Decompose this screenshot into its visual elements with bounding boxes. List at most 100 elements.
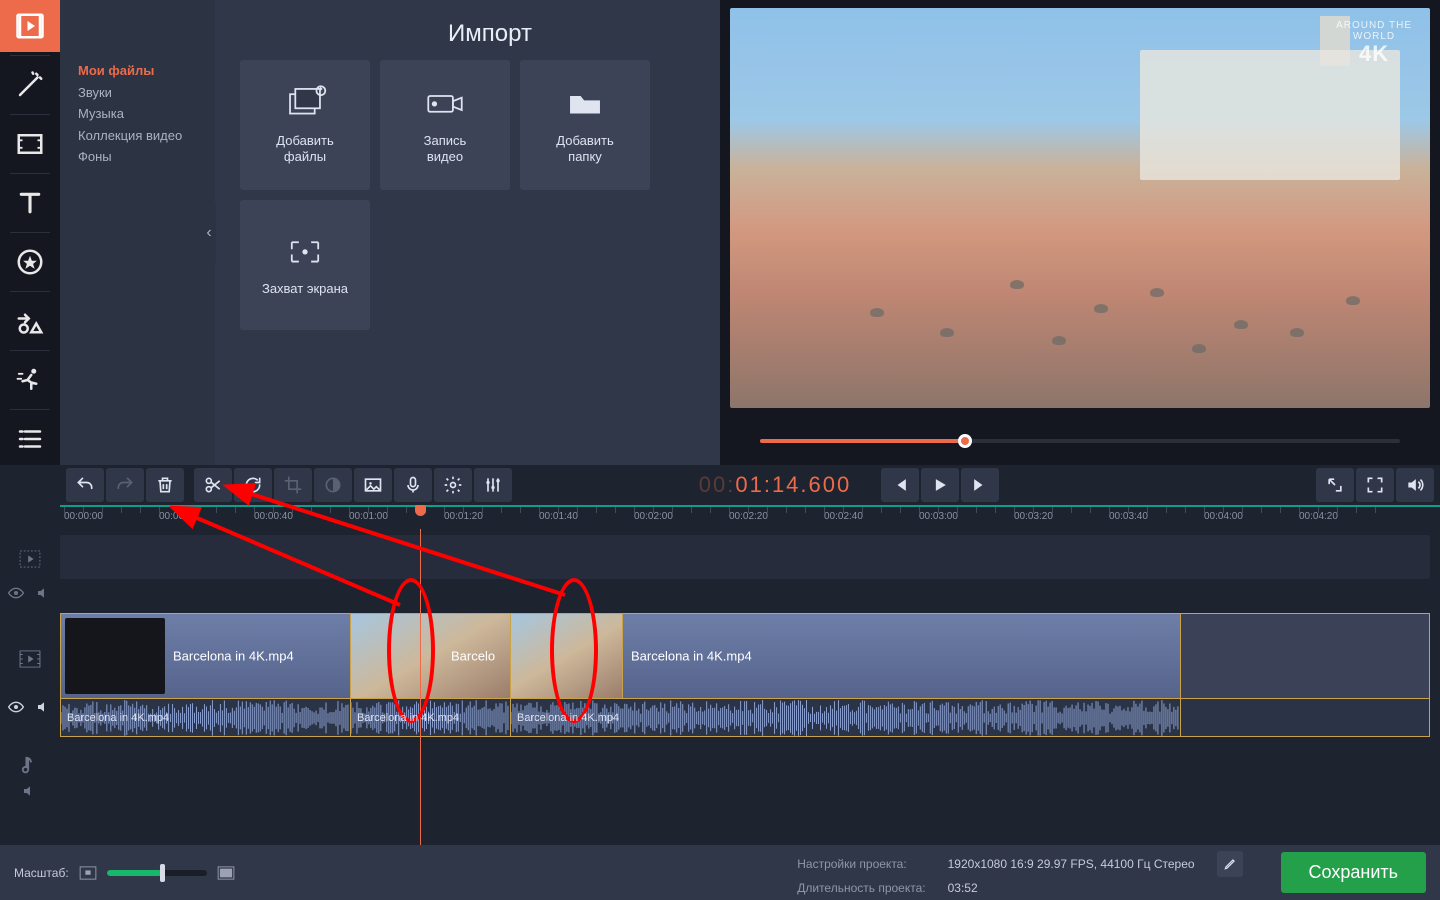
- mic-icon: [403, 475, 423, 495]
- popout-button[interactable]: [1316, 468, 1354, 502]
- clip-label: Barcelona in 4K.mp4: [517, 712, 619, 724]
- timecode: 00:01:14.600: [699, 472, 881, 498]
- mute-icon: [36, 586, 52, 600]
- tile-add-files[interactable]: Добавить файлы: [240, 60, 370, 190]
- rail-shapes[interactable]: [0, 295, 60, 347]
- undo-button[interactable]: [66, 468, 104, 502]
- tile-add-folder[interactable]: Добавить папку: [520, 60, 650, 190]
- video-lane[interactable]: Barcelona in 4K.mp4 Barcelo Barcelona in 4…: [60, 613, 1430, 699]
- video-clip[interactable]: Barcelona in 4K.mp4: [623, 614, 1181, 698]
- music-lane[interactable]: [60, 749, 1430, 779]
- rail-transitions[interactable]: [0, 118, 60, 170]
- clip-label: Barcelo: [451, 649, 495, 664]
- cat-video-collection[interactable]: Коллекция видео: [78, 125, 215, 147]
- tile-label: Добавить файлы: [276, 133, 333, 166]
- music-mute-toggle[interactable]: [0, 781, 60, 801]
- settings-button[interactable]: [434, 468, 472, 502]
- rail-more[interactable]: [0, 413, 60, 465]
- redo-icon: [115, 475, 135, 495]
- next-button[interactable]: [961, 468, 999, 502]
- tile-record-video[interactable]: Запись видео: [380, 60, 510, 190]
- music-icon: [22, 756, 38, 776]
- camera-icon: [423, 85, 467, 121]
- tile-label: Добавить папку: [556, 133, 613, 166]
- mute-icon: [36, 700, 52, 714]
- seek-knob[interactable]: [958, 434, 972, 448]
- split-button[interactable]: [194, 468, 232, 502]
- overlay-icon: [19, 550, 41, 568]
- play-icon: [930, 475, 950, 495]
- overlay-track-head: [0, 539, 60, 579]
- zoom-out-icon[interactable]: [79, 866, 97, 880]
- save-button[interactable]: Сохранить: [1281, 852, 1426, 893]
- edit-settings-button[interactable]: [1217, 851, 1243, 877]
- cat-backgrounds[interactable]: Фоны: [78, 146, 215, 168]
- tile-screen-capture[interactable]: Захват экрана: [240, 200, 370, 330]
- video-clip[interactable]: [511, 614, 623, 698]
- video-clip[interactable]: Barcelona in 4K.mp4: [61, 614, 351, 698]
- rotate-button[interactable]: [234, 468, 272, 502]
- overlay-vis-toggle[interactable]: [0, 583, 60, 603]
- overlay-lane[interactable]: [60, 535, 1430, 579]
- import-tiles: Добавить файлы Запись видео Добавить пап…: [215, 0, 720, 465]
- popout-icon: [1325, 475, 1345, 495]
- rotate-icon: [243, 475, 263, 495]
- audio-lane[interactable]: Barcelona in 4K.mp4 Barcelona in 4K.mp4 Ba…: [60, 699, 1430, 737]
- audio-clip[interactable]: Barcelona in 4K.mp4: [61, 699, 351, 736]
- text-icon: [15, 188, 45, 218]
- contrast-icon: [323, 475, 343, 495]
- project-length-value: 03:52: [948, 881, 1195, 895]
- rail-motion[interactable]: [0, 354, 60, 406]
- time-ruler[interactable]: 00:00:0000:00:2000:00:4000:01:0000:01:20…: [60, 505, 1440, 529]
- collapse-sidebar[interactable]: ‹: [202, 203, 216, 263]
- color-button[interactable]: [314, 468, 352, 502]
- rail-titles[interactable]: [0, 177, 60, 229]
- audio-clip[interactable]: Barcelona in 4K.mp4: [351, 699, 511, 736]
- cat-my-files[interactable]: Мои файлы: [78, 60, 215, 82]
- mic-button[interactable]: [394, 468, 432, 502]
- folder-icon: [563, 85, 607, 121]
- cat-music[interactable]: Музыка: [78, 103, 215, 125]
- import-panel: Импорт Мои файлы Звуки Музыка Коллекция …: [60, 0, 720, 465]
- delete-button[interactable]: [146, 468, 184, 502]
- tile-label: Захват экрана: [262, 281, 348, 297]
- undo-icon: [75, 475, 95, 495]
- video-track-icon: [19, 650, 41, 668]
- sticker-icon: [15, 247, 45, 277]
- running-icon: [15, 365, 45, 395]
- timeline-tracks: Barcelona in 4K.mp4 Barcelo Barcelona in 4…: [0, 529, 1440, 845]
- playhead[interactable]: [420, 529, 421, 845]
- video-clip[interactable]: Barcelo: [351, 614, 511, 698]
- fullscreen-button[interactable]: [1356, 468, 1394, 502]
- rail-import[interactable]: [0, 0, 60, 52]
- zoom-in-icon[interactable]: [217, 866, 235, 880]
- scissors-icon: [203, 475, 223, 495]
- status-bar: Масштаб: Настройки проекта: 1920x1080 16…: [0, 845, 1440, 900]
- rail-filters[interactable]: [0, 59, 60, 111]
- image-button[interactable]: [354, 468, 392, 502]
- volume-button[interactable]: [1396, 468, 1434, 502]
- audio-clip[interactable]: Barcelona in 4K.mp4: [511, 699, 1181, 736]
- tile-label: Запись видео: [424, 133, 467, 166]
- add-files-icon: [283, 85, 327, 121]
- equalizer-button[interactable]: [474, 468, 512, 502]
- zoom-slider[interactable]: [107, 870, 207, 876]
- project-settings-label: Настройки проекта:: [797, 857, 925, 871]
- clip-label: Barcelona in 4K.mp4: [67, 712, 169, 724]
- crop-button[interactable]: [274, 468, 312, 502]
- shapes-icon: [15, 306, 45, 336]
- rail-stickers[interactable]: [0, 236, 60, 288]
- video-track-head: [0, 639, 60, 679]
- project-settings-value: 1920x1080 16:9 29.97 FPS, 44100 Гц Стере…: [948, 857, 1195, 871]
- preview-video[interactable]: AROUND THE WORLD 4K: [730, 8, 1430, 408]
- prev-button[interactable]: [881, 468, 919, 502]
- preview-pane: AROUND THE WORLD 4K: [720, 0, 1440, 465]
- seek-bar[interactable]: [760, 439, 1400, 443]
- redo-button[interactable]: [106, 468, 144, 502]
- clip-label: Barcelona in 4K.mp4: [357, 712, 459, 724]
- music-track-head: [0, 751, 60, 781]
- video-vis-toggle[interactable]: [0, 697, 60, 717]
- cat-sounds[interactable]: Звуки: [78, 82, 215, 104]
- play-button[interactable]: [921, 468, 959, 502]
- import-categories: Мои файлы Звуки Музыка Коллекция видео Ф…: [60, 0, 215, 465]
